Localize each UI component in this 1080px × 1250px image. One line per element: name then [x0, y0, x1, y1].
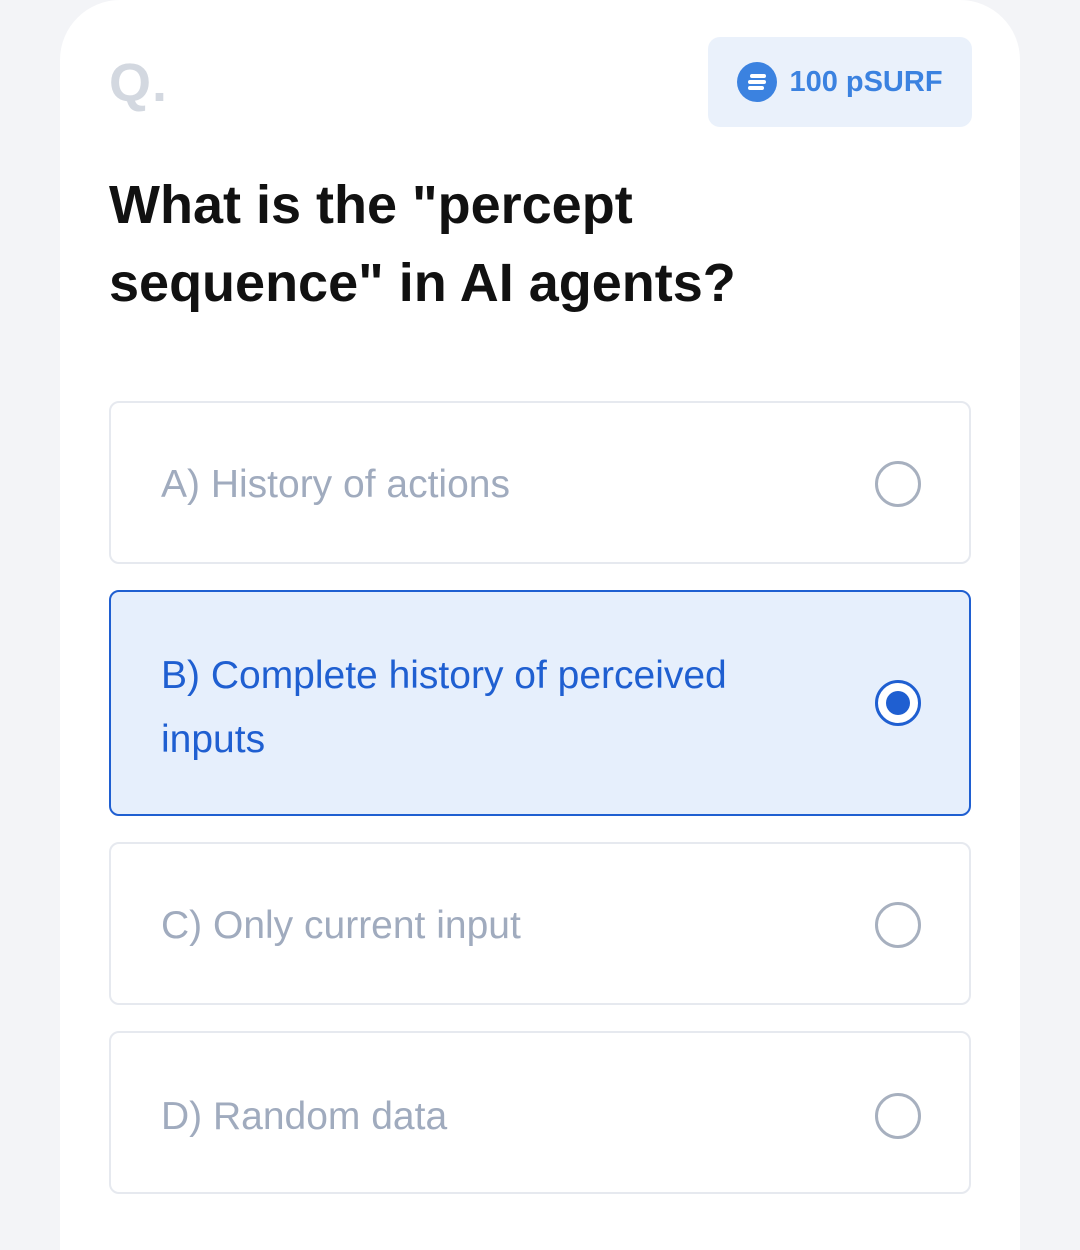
- option-c[interactable]: C) Only current input: [109, 842, 971, 1005]
- reward-amount: 100 pSURF: [789, 65, 943, 98]
- radio-button[interactable]: [875, 461, 921, 507]
- option-label: C) Only current input: [161, 904, 521, 947]
- question-marker: Q.: [109, 53, 169, 113]
- radio-button[interactable]: [875, 902, 921, 948]
- option-label: D) Random data: [161, 1095, 448, 1138]
- option-b-selected[interactable]: B) Complete history of perceived inputs: [109, 590, 971, 816]
- radio-button[interactable]: [875, 1093, 921, 1139]
- reward-badge: 100 pSURF: [708, 37, 972, 127]
- option-label: B) Complete history of perceived inputs: [161, 654, 727, 761]
- question-text: What is the "percept sequence" in AI age…: [109, 175, 736, 313]
- option-label: A) History of actions: [161, 463, 510, 506]
- option-a[interactable]: A) History of actions: [109, 401, 971, 564]
- coin-icon: [737, 62, 778, 102]
- option-d[interactable]: D) Random data: [109, 1031, 971, 1194]
- radio-button-checked[interactable]: [875, 680, 921, 726]
